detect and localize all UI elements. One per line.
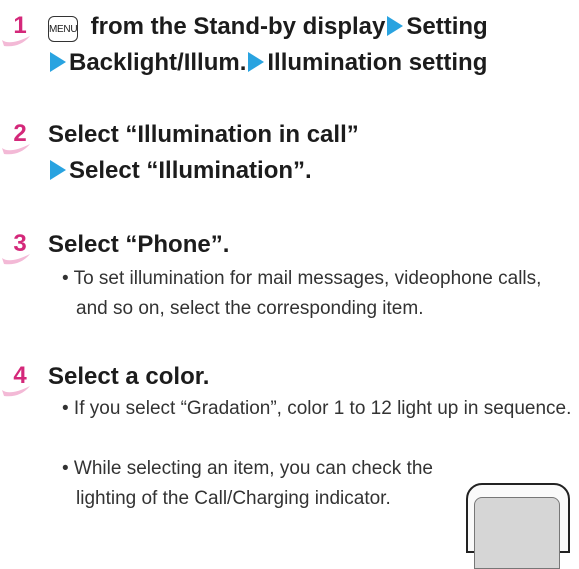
step-4-note-2: • While selecting an item, you can check… xyxy=(62,458,434,509)
step-number-label: 4 xyxy=(13,362,27,389)
phone-indicator-illustration xyxy=(466,483,570,569)
phone-screen-illustration xyxy=(474,497,560,569)
step-number-label: 3 xyxy=(13,230,27,257)
triangle-arrow-icon xyxy=(50,160,66,180)
step-number-2: 2 xyxy=(0,118,40,158)
step-1-setting: Setting xyxy=(406,13,488,40)
step-1-line-2: Backlight/Illum. Illumination setting xyxy=(48,46,487,80)
triangle-arrow-icon xyxy=(387,16,404,36)
step-4-line-1: Select a color. xyxy=(48,363,210,390)
step-number-label: 2 xyxy=(13,120,27,147)
step-number-label: 1 xyxy=(13,12,27,39)
step-4-note-1: • If you select “Gradation”, color 1 to … xyxy=(62,398,572,419)
step-1-backlight: Backlight/Illum. xyxy=(69,49,247,76)
step-number-3: 3 xyxy=(0,228,40,268)
step-3-note: • To set illumination for mail messages,… xyxy=(62,268,542,319)
step-number-4: 4 xyxy=(0,360,40,400)
triangle-arrow-icon xyxy=(248,52,265,72)
menu-key-icon: MENU xyxy=(48,16,78,42)
triangle-arrow-icon xyxy=(50,52,66,72)
step-2-select-illumination: Select “Illumination”. xyxy=(69,157,312,184)
step-1-text: from the Stand-by display xyxy=(84,13,386,40)
step-3-line-1: Select “Phone”. xyxy=(48,231,230,258)
step-2-line-2: Select “Illumination”. xyxy=(48,154,312,188)
step-1-illumination-setting: Illumination setting xyxy=(267,49,488,76)
step-1-line-1: MENU from the Stand-by display Setting xyxy=(48,10,488,44)
step-2-line-1: Select “Illumination in call” xyxy=(48,121,359,148)
step-number-1: 1 xyxy=(0,10,40,50)
